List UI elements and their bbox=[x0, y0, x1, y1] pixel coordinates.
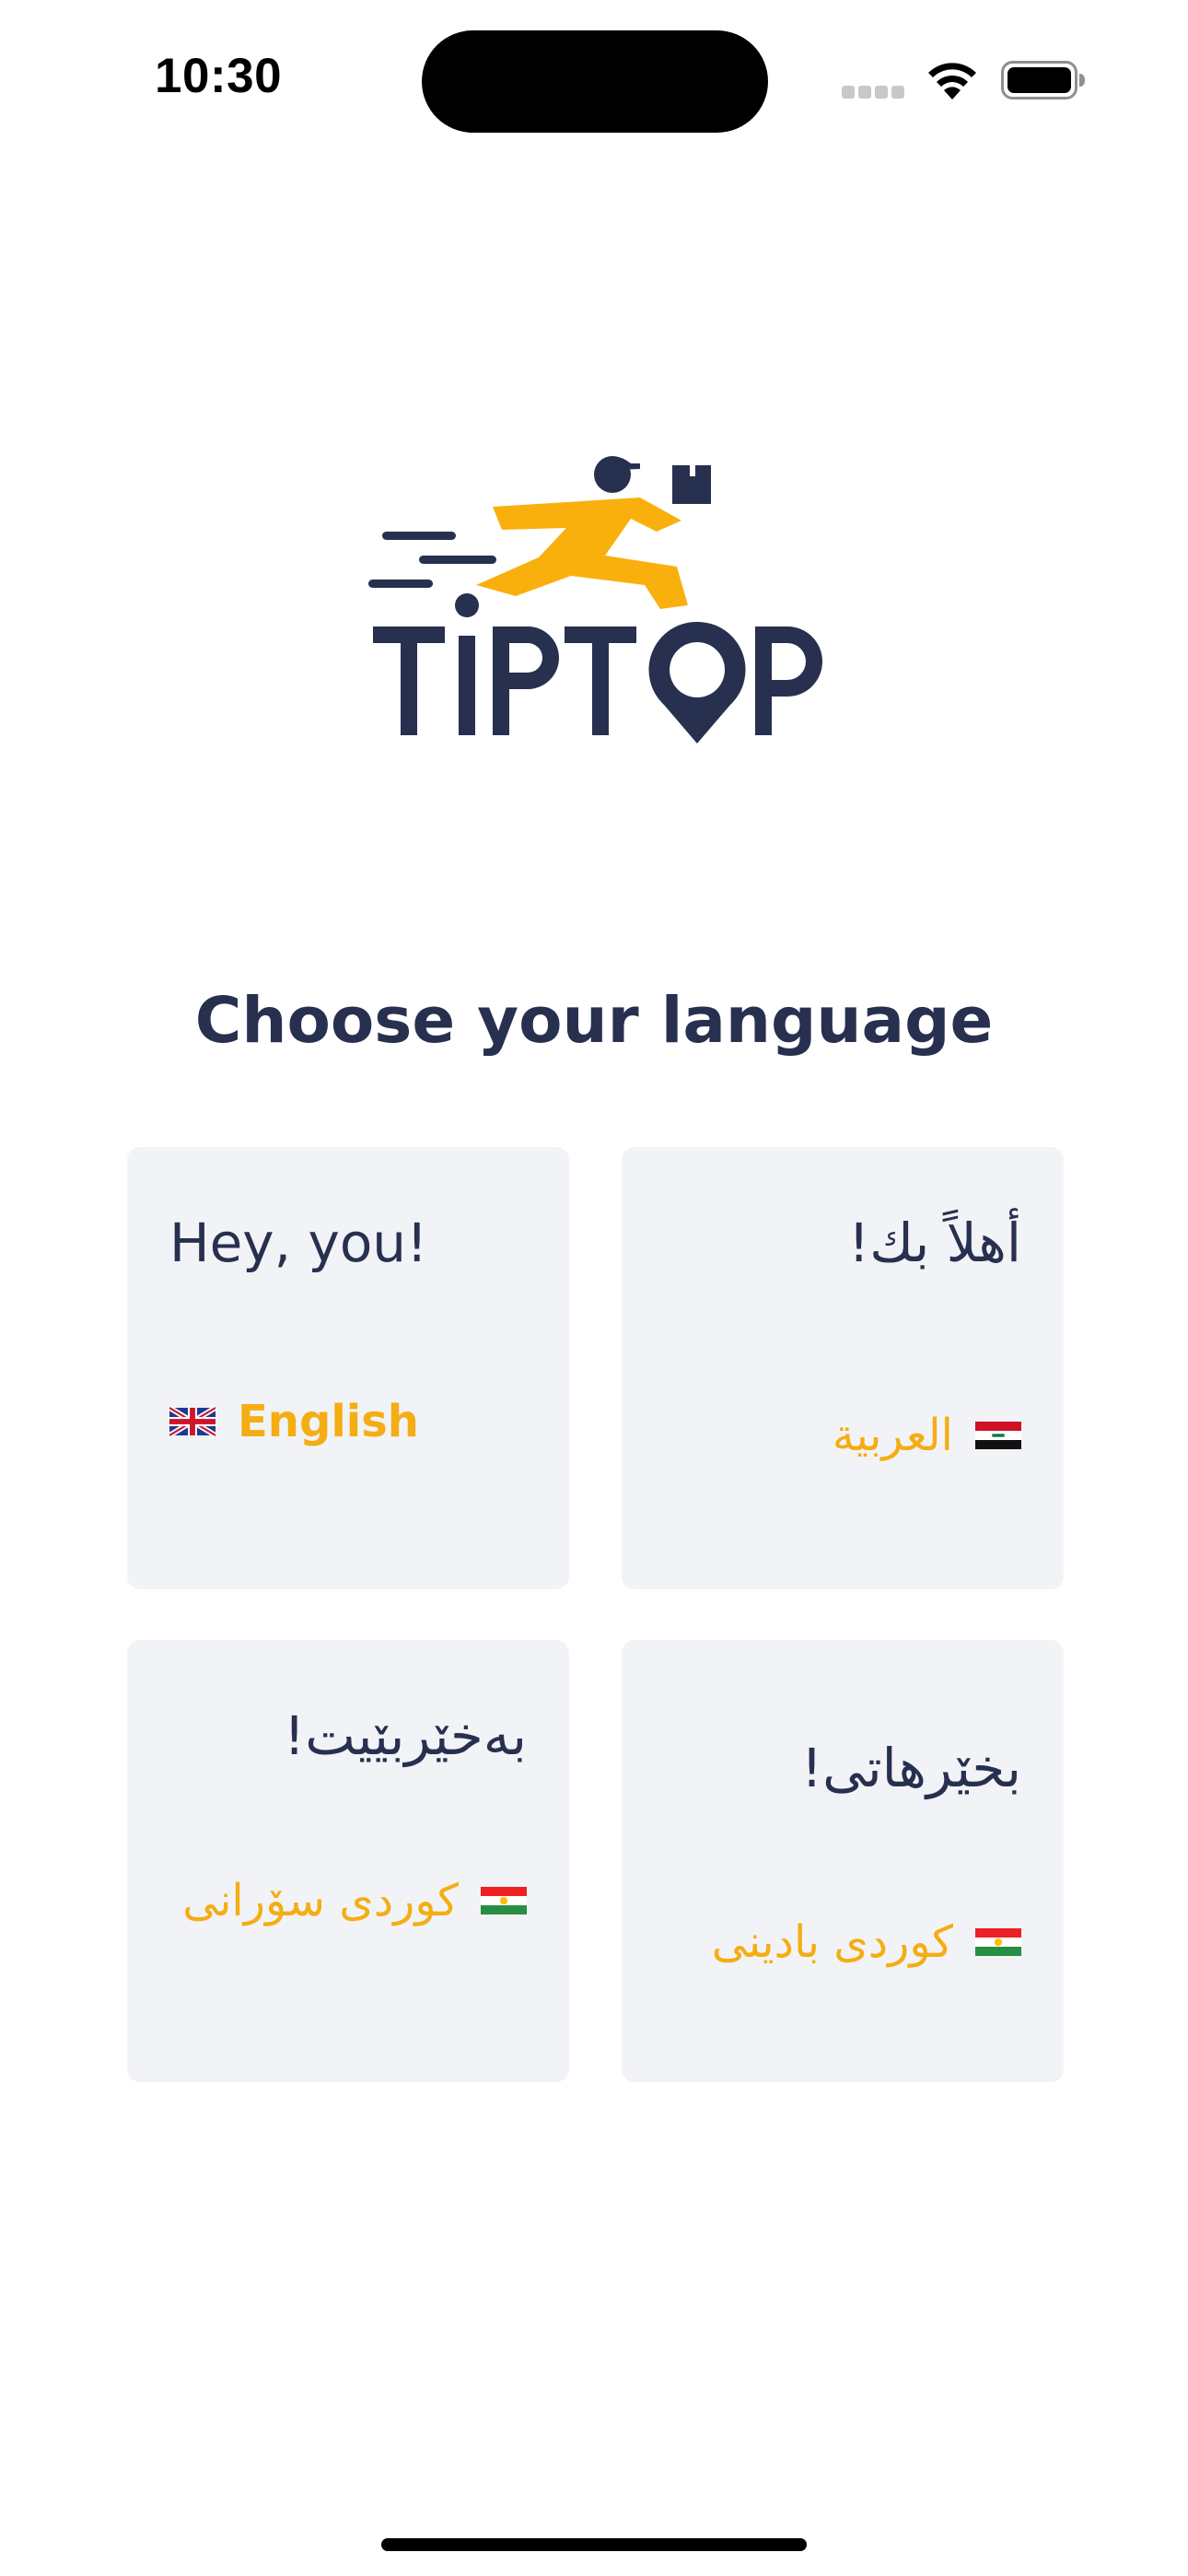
cellular-signal-icon bbox=[842, 86, 906, 99]
greeting-text: بخێرهاتی! bbox=[800, 1737, 1021, 1799]
tiptop-logo bbox=[368, 456, 822, 744]
language-card-english[interactable]: Hey, you! English bbox=[127, 1147, 569, 1589]
language-label: کوردی بادینی bbox=[711, 1916, 953, 1968]
uk-flag-icon bbox=[169, 1405, 215, 1438]
status-time: 10:30 bbox=[155, 49, 283, 103]
greeting-text: Hey, you! bbox=[169, 1212, 428, 1274]
iraq-flag-icon bbox=[975, 1422, 1021, 1449]
language-option: English bbox=[169, 1396, 419, 1447]
language-option: العربية bbox=[833, 1410, 1021, 1461]
language-label: English bbox=[238, 1396, 419, 1447]
wifi-icon bbox=[928, 63, 976, 100]
page-title: Choose your language bbox=[194, 984, 994, 1058]
language-label: کوردی سۆرانی bbox=[182, 1875, 459, 1926]
kurdistan-flag-icon bbox=[481, 1887, 527, 1914]
language-card-arabic[interactable]: أهلاً بك! العربية bbox=[622, 1147, 1064, 1589]
greeting-text: بەخێربێیت! bbox=[284, 1704, 527, 1767]
language-option: کوردی سۆرانی bbox=[182, 1875, 527, 1926]
language-label: العربية bbox=[832, 1410, 953, 1461]
battery-icon bbox=[1001, 61, 1085, 100]
language-option: کوردی بادینی bbox=[712, 1916, 1021, 1968]
home-indicator[interactable] bbox=[381, 2538, 807, 2551]
greeting-text: أهلاً بك! bbox=[847, 1212, 1021, 1274]
dynamic-island bbox=[422, 30, 768, 133]
language-card-kurdish-sorani[interactable]: بەخێربێیت! کوردی سۆرانی bbox=[127, 1640, 569, 2082]
kurdistan-flag-icon bbox=[975, 1928, 1021, 1956]
status-bar: 10:30 bbox=[0, 0, 1188, 157]
language-card-kurdish-badini[interactable]: بخێرهاتی! کوردی بادینی bbox=[622, 1640, 1064, 2082]
